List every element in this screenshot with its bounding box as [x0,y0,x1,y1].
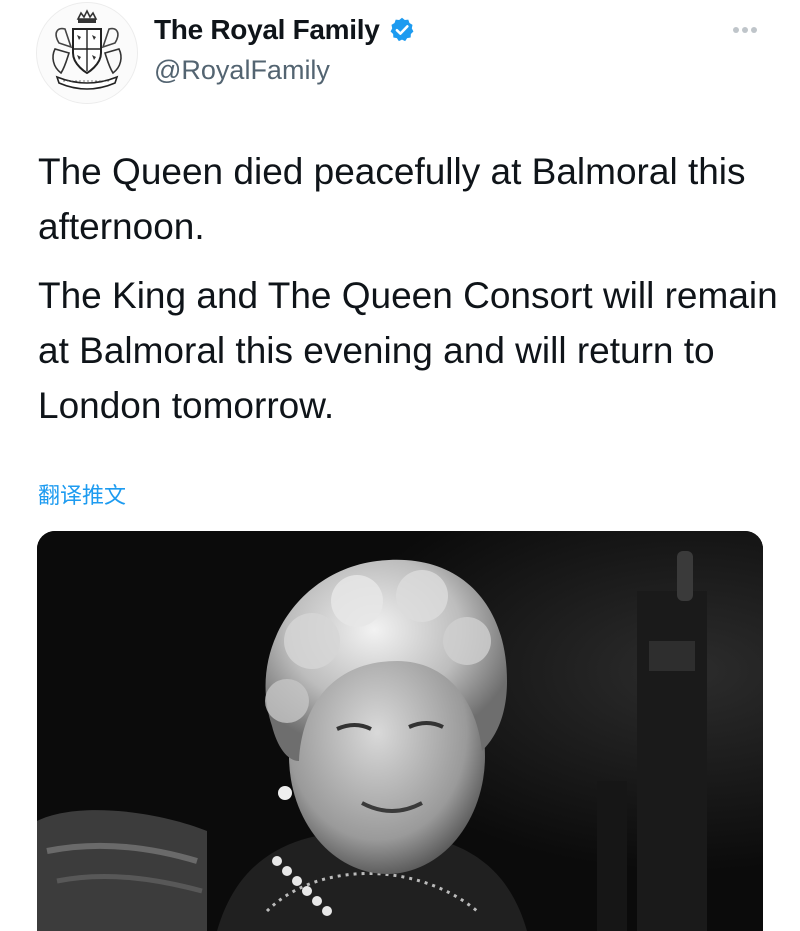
tweet-paragraph-1: The Queen died peacefully at Balmoral th… [38,151,746,247]
tweet-photo[interactable] [37,531,763,931]
royal-coat-of-arms-icon [37,3,137,103]
more-options-button[interactable] [728,20,762,40]
user-handle[interactable]: @RoyalFamily [154,55,330,86]
avatar[interactable] [36,2,138,104]
tweet-paragraph-2: The King and The Queen Consort will rema… [38,275,778,426]
photo-icon [37,531,763,931]
tweet-text: The Queen died peacefully at Balmoral th… [38,144,778,433]
tweet: The Royal Family @RoyalFamily The Queen … [0,0,800,931]
verified-badge-icon [390,17,413,42]
author-name-row[interactable]: The Royal Family [154,14,416,46]
more-options-icon [733,27,757,33]
translate-tweet-link[interactable]: 翻译推文 [38,478,126,510]
display-name[interactable]: The Royal Family [154,14,380,46]
